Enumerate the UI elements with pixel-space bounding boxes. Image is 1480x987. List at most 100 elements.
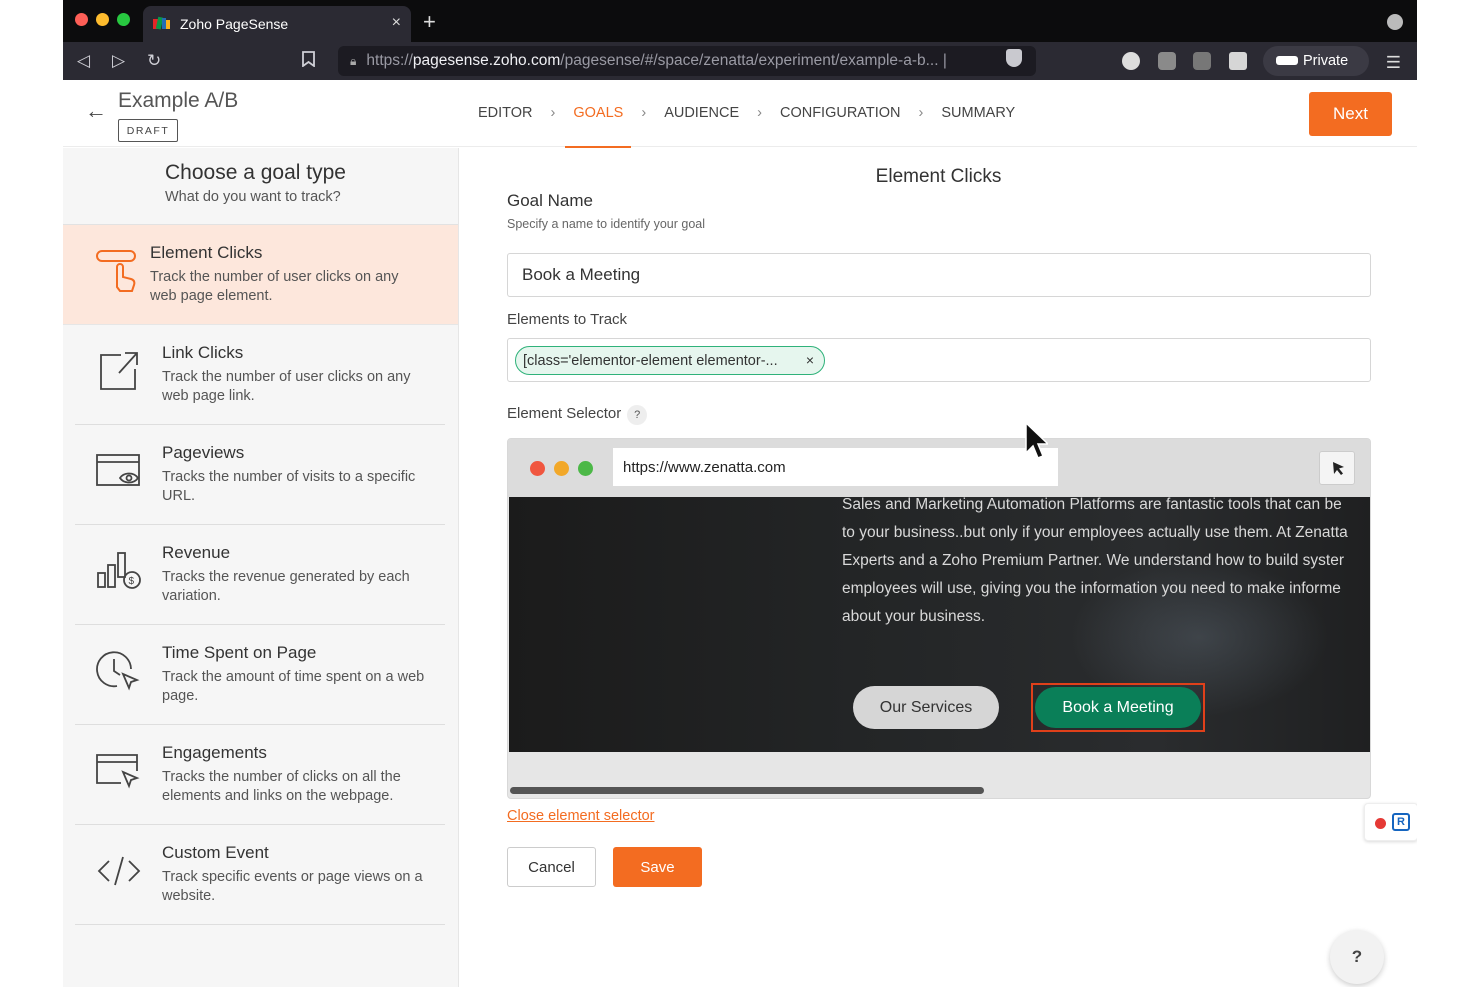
browser-tab-bar: Zoho PageSense × +: [63, 0, 1417, 42]
preview-book-meeting-button[interactable]: Book a Meeting: [1035, 687, 1201, 728]
goal-type-link-clicks[interactable]: Link Clicks Track the number of user cli…: [75, 325, 445, 425]
preview-text-line: Experts and a Zoho Premium Partner. We u…: [842, 552, 1344, 569]
close-element-selector-link[interactable]: Close element selector: [507, 808, 655, 824]
experiment-title: Example A/B: [118, 89, 239, 112]
window-controls: [75, 13, 130, 26]
goal-type-pageviews[interactable]: Pageviews Tracks the number of visits to…: [75, 425, 445, 525]
preview-browser-bar: https://www.zenatta.com: [508, 439, 1370, 497]
private-label: Private: [1303, 53, 1349, 69]
forward-arrow-icon[interactable]: ▷: [112, 51, 125, 71]
sidebar-header: Choose a goal type What do you want to t…: [63, 148, 458, 225]
element-selector-text: Element Selector: [507, 405, 622, 422]
goal-type-desc: Tracks the number of clicks on all the e…: [162, 769, 401, 804]
extensions-puzzle-icon[interactable]: [1229, 52, 1247, 70]
goal-type-label: Engagements: [162, 743, 267, 762]
chevron-right-icon: ›: [918, 105, 924, 121]
private-window-badge[interactable]: Private: [1263, 46, 1369, 76]
mouse-cursor-icon: [1025, 421, 1048, 459]
tab-close-icon[interactable]: ×: [392, 14, 401, 32]
step-audience[interactable]: AUDIENCE: [664, 105, 739, 121]
reload-icon[interactable]: ↻: [147, 51, 161, 71]
next-button[interactable]: Next: [1309, 92, 1392, 136]
back-arrow-icon[interactable]: ◁: [77, 51, 90, 71]
element-chip-label: [class='elementor-element elementor-...: [523, 352, 778, 369]
lock-icon: 🔒︎: [350, 53, 357, 68]
element-selector-preview[interactable]: https://www.zenatta.com Sales and Market…: [507, 438, 1371, 799]
private-glasses-icon: [1276, 56, 1298, 65]
url-prefix: https://: [366, 52, 413, 69]
goal-type-label: Time Spent on Page: [162, 643, 317, 662]
browser-menu-icon[interactable]: ☰: [1386, 53, 1401, 73]
extension-bookmark-icon[interactable]: [1193, 52, 1211, 70]
step-goals[interactable]: GOALS: [565, 105, 632, 149]
element-selector-label: Element Selector?: [507, 405, 648, 425]
address-bar[interactable]: 🔒︎ https://pagesense.zoho.com/pagesense/…: [338, 46, 1036, 76]
code-icon: [95, 847, 143, 895]
chevron-right-icon: ›: [757, 105, 762, 121]
step-summary[interactable]: SUMMARY: [941, 105, 1015, 121]
step-configuration[interactable]: CONFIGURATION: [780, 105, 901, 121]
goal-type-label: Element Clicks: [150, 243, 263, 262]
goal-name-label: Goal Name: [507, 191, 593, 210]
chevron-right-icon: ›: [641, 105, 647, 121]
url-path: /pagesense/#/space/zenatta/experiment/ex…: [560, 52, 947, 69]
elements-to-track-label: Elements to Track: [507, 311, 628, 328]
close-window-button[interactable]: [75, 13, 88, 26]
preview-text-line: to your business..but only if your emplo…: [842, 524, 1348, 541]
goal-name-value: Book a Meeting: [522, 265, 641, 284]
zoom-window-button[interactable]: [117, 13, 130, 26]
preview-horizontal-scrollbar[interactable]: [510, 787, 984, 794]
help-icon[interactable]: ?: [627, 405, 648, 425]
url-domain: pagesense.zoho.com: [412, 52, 561, 69]
goal-type-label: Link Clicks: [162, 343, 244, 362]
sidebar-subtitle: What do you want to track?: [165, 189, 341, 205]
chip-remove-icon[interactable]: ×: [806, 352, 814, 368]
goal-type-desc: Track the number of user clicks on any w…: [162, 369, 411, 404]
cancel-button[interactable]: Cancel: [507, 847, 596, 887]
brave-shield-icon[interactable]: [1006, 49, 1022, 67]
goal-type-revenue[interactable]: $ Revenue Tracks the revenue generated b…: [75, 525, 445, 625]
extension-glasses-icon[interactable]: [1158, 52, 1176, 70]
browser-toolbar: ◁ ▷ ↻ 🔒︎ https://pagesense.zoho.com/page…: [63, 42, 1417, 80]
save-button[interactable]: Save: [613, 847, 702, 887]
preview-text-line: about your business.: [842, 608, 986, 625]
svg-text:$: $: [129, 576, 135, 587]
goal-type-time-spent[interactable]: Time Spent on Page Track the amount of t…: [75, 625, 445, 725]
goal-type-desc: Tracks the number of visits to a specifi…: [162, 469, 416, 504]
new-tab-button[interactable]: +: [423, 9, 436, 35]
goal-type-custom-event[interactable]: Custom Event Track specific events or pa…: [75, 825, 445, 925]
preview-page-content[interactable]: Sales and Marketing Automation Platforms…: [509, 497, 1370, 752]
preview-our-services-button[interactable]: Our Services: [853, 686, 999, 729]
tab-title: Zoho PageSense: [180, 16, 289, 32]
goal-type-engagements[interactable]: Engagements Tracks the number of clicks …: [75, 725, 445, 825]
bookmark-icon[interactable]: [302, 51, 315, 71]
tab-menu-icon[interactable]: [1387, 14, 1403, 30]
goal-name-input[interactable]: Book a Meeting: [507, 253, 1371, 297]
chevron-right-icon: ›: [550, 105, 556, 121]
element-chip[interactable]: [class='elementor-element elementor-... …: [515, 346, 825, 375]
help-button[interactable]: ?: [1330, 930, 1384, 984]
goal-type-element-clicks[interactable]: Element Clicks Track the number of user …: [63, 225, 458, 325]
external-link-icon: [95, 347, 143, 395]
pointer-click-icon: [95, 247, 143, 295]
browser-tab[interactable]: Zoho PageSense ×: [143, 6, 411, 42]
floating-widget[interactable]: R: [1364, 803, 1417, 841]
preview-text-line: employees will use, giving you the infor…: [842, 580, 1341, 597]
element-picker-button[interactable]: [1319, 451, 1355, 485]
extension-grammarly-icon[interactable]: [1122, 52, 1140, 70]
preview-text-line: Sales and Marketing Automation Platforms…: [842, 497, 1342, 513]
goal-type-desc: Track the number of user clicks on any w…: [150, 269, 399, 304]
wizard-steps: EDITOR › GOALS › AUDIENCE › CONFIGURATIO…: [478, 105, 1015, 149]
back-arrow-icon[interactable]: ←: [85, 98, 107, 124]
cursor-arrow-icon: [1333, 462, 1344, 475]
clock-cursor-icon: [95, 647, 143, 695]
step-editor[interactable]: EDITOR: [478, 105, 533, 121]
preview-url: https://www.zenatta.com: [613, 448, 1058, 486]
goal-type-label: Pageviews: [162, 443, 245, 462]
minimize-window-button[interactable]: [96, 13, 109, 26]
zoho-favicon-icon: [153, 16, 171, 32]
elements-to-track-input[interactable]: [class='elementor-element elementor-... …: [507, 338, 1371, 382]
record-icon: [1375, 818, 1386, 829]
status-badge: DRAFT: [118, 119, 178, 142]
panel-title: Element Clicks: [875, 166, 1002, 187]
